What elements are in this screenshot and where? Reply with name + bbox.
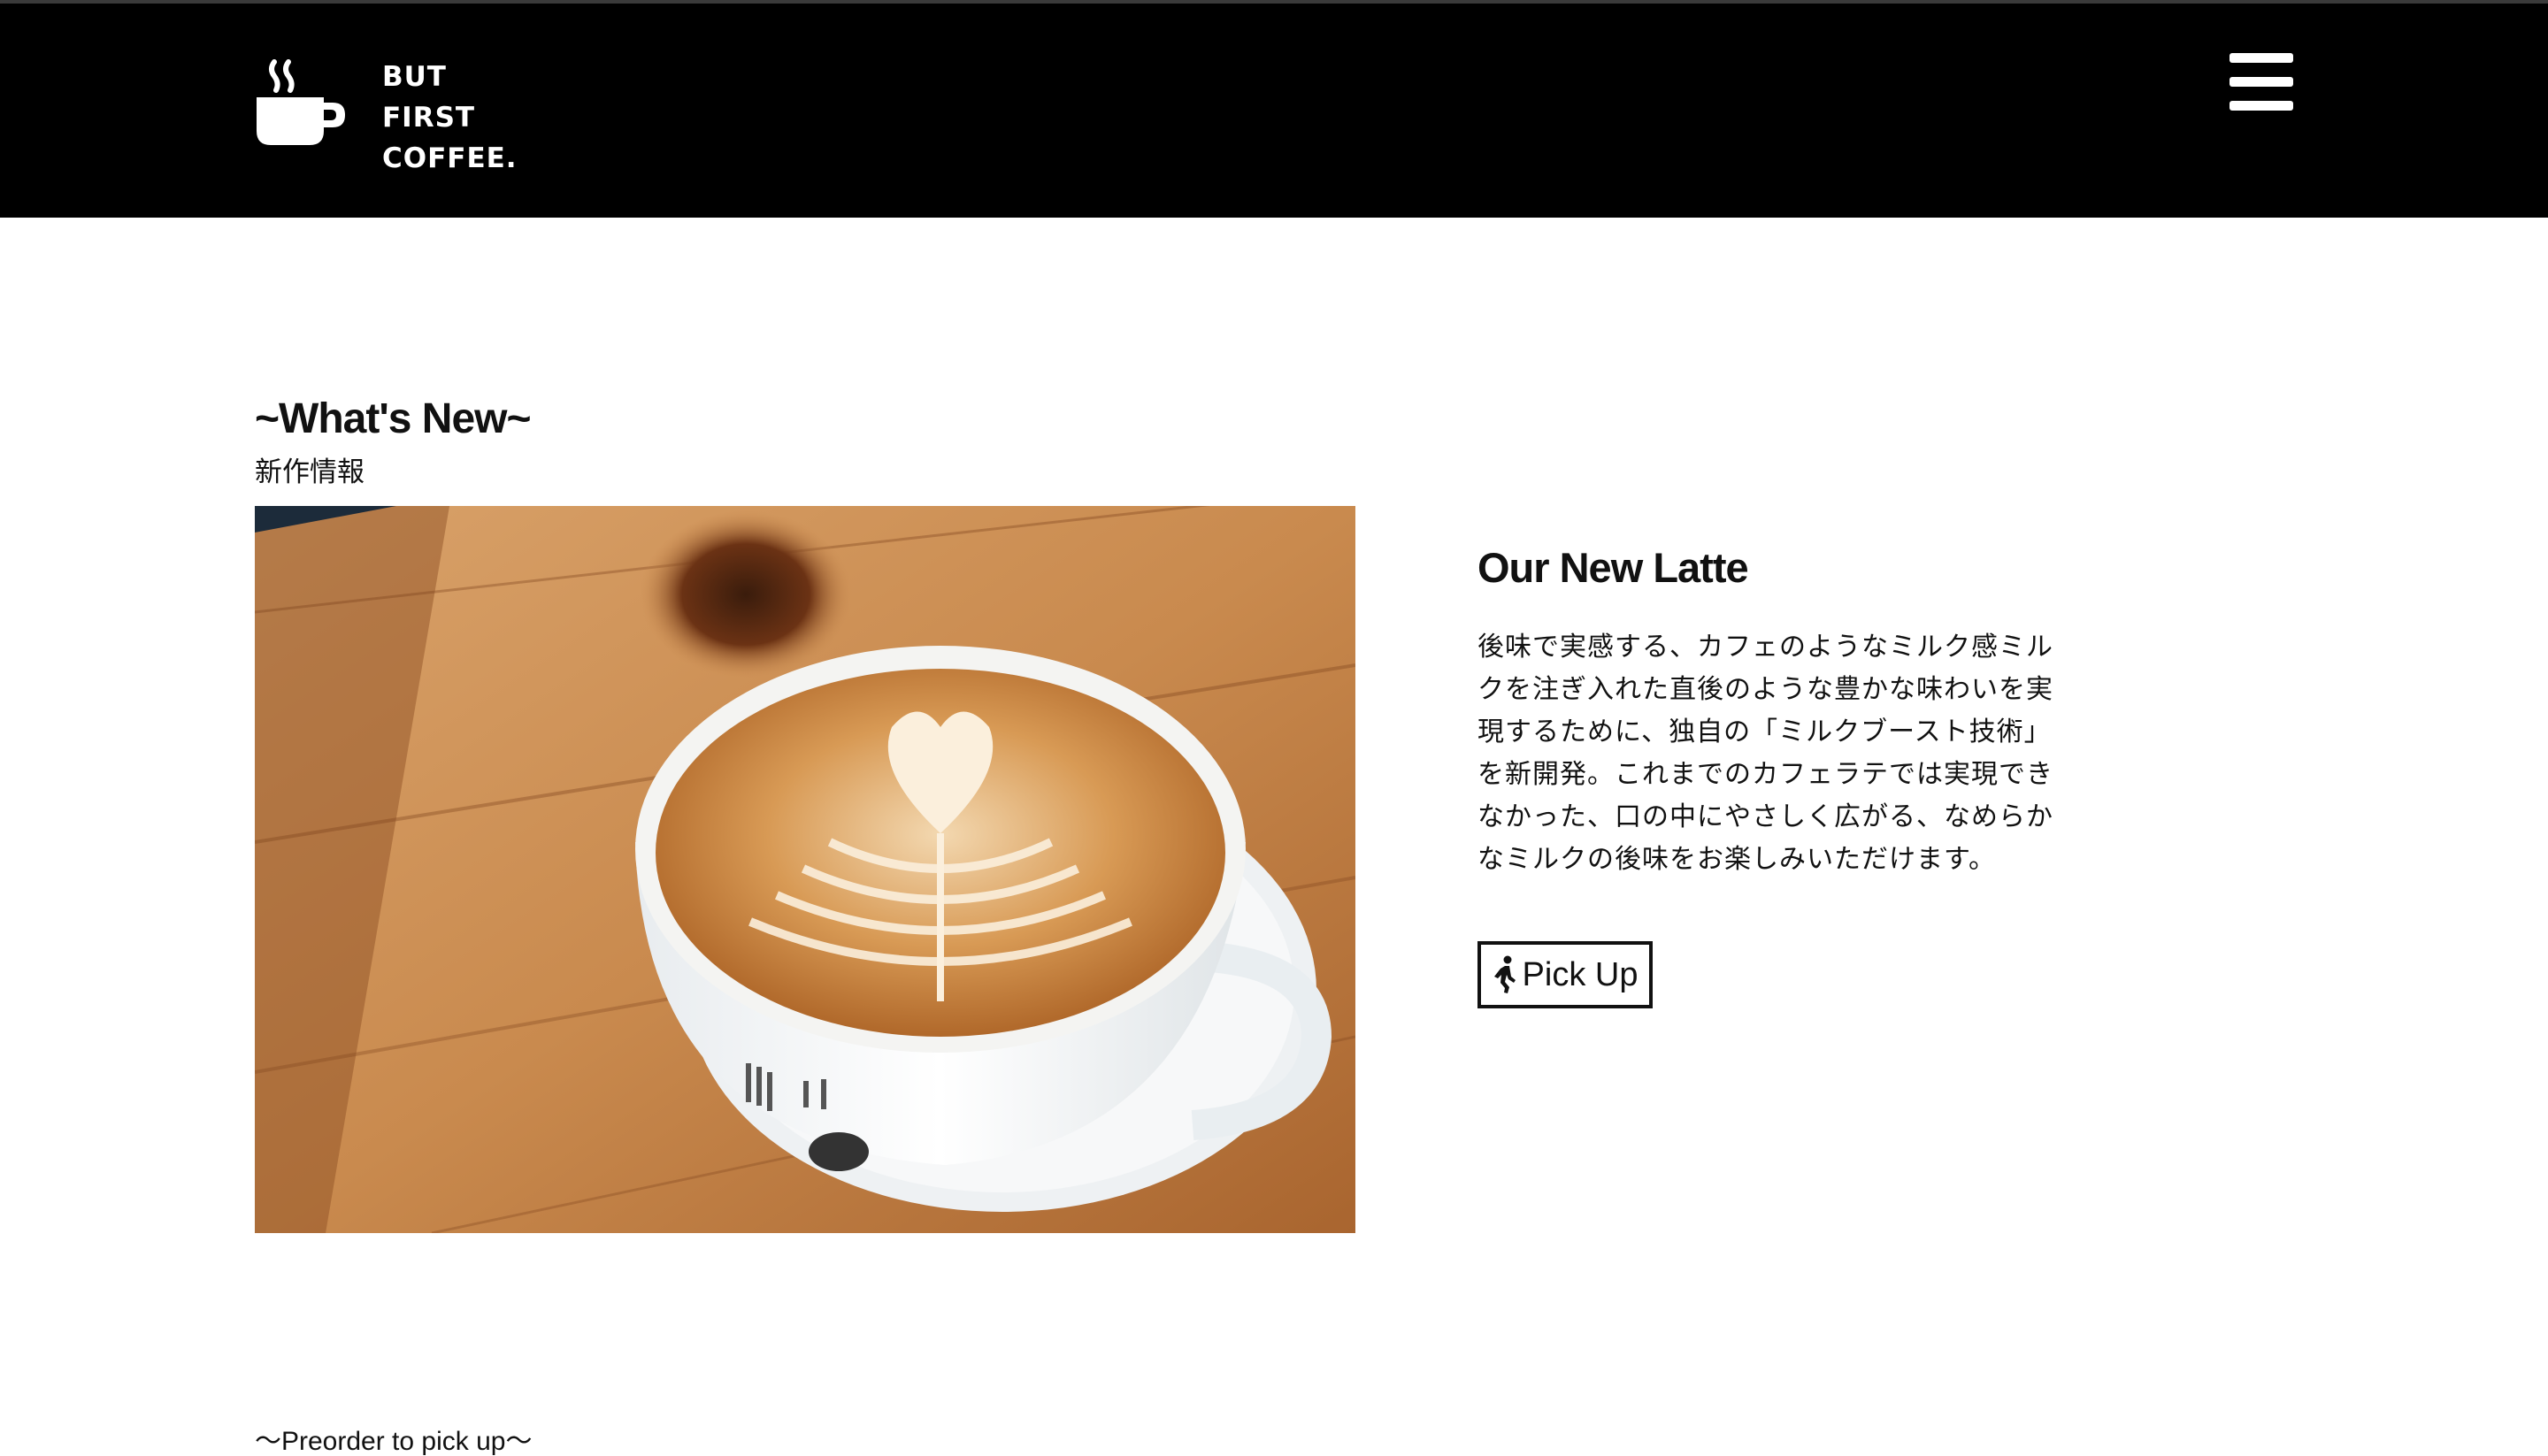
product-description: 後味で実感する、カフェのようなミルク感ミルクを注ぎ入れた直後のような豊かな味わい… bbox=[1477, 632, 2053, 875]
brand-name: BUT FIRST COFFEE. bbox=[382, 57, 518, 179]
menu-bar bbox=[2230, 77, 2293, 87]
product-title: Our New Latte bbox=[1477, 544, 1749, 591]
hamburger-menu-icon[interactable] bbox=[2230, 53, 2293, 111]
site-header: BUT FIRST COFFEE. bbox=[0, 4, 2548, 218]
whats-new-subtitle: 新作情報 bbox=[255, 456, 365, 487]
latte-photo bbox=[255, 506, 1355, 1233]
site-logo[interactable]: BUT FIRST COFFEE. bbox=[255, 57, 518, 179]
pick-up-button[interactable]: Pick Up bbox=[1477, 941, 1653, 1008]
coffee-cup-icon bbox=[257, 59, 345, 145]
whats-new-title: ~What's New~ bbox=[255, 395, 532, 442]
latte-image bbox=[255, 506, 1355, 1233]
menu-bar bbox=[2230, 53, 2293, 63]
pick-up-label: Pick Up bbox=[1522, 955, 1639, 993]
preorder-heading: 〜Preorder to pick up〜 bbox=[255, 1427, 533, 1456]
brand-line-3: COFFEE. bbox=[382, 142, 518, 174]
walking-person-icon bbox=[1493, 955, 1516, 993]
brand-line-1: BUT bbox=[382, 61, 447, 93]
menu-bar bbox=[2230, 101, 2293, 111]
brand-line-2: FIRST bbox=[382, 102, 476, 134]
